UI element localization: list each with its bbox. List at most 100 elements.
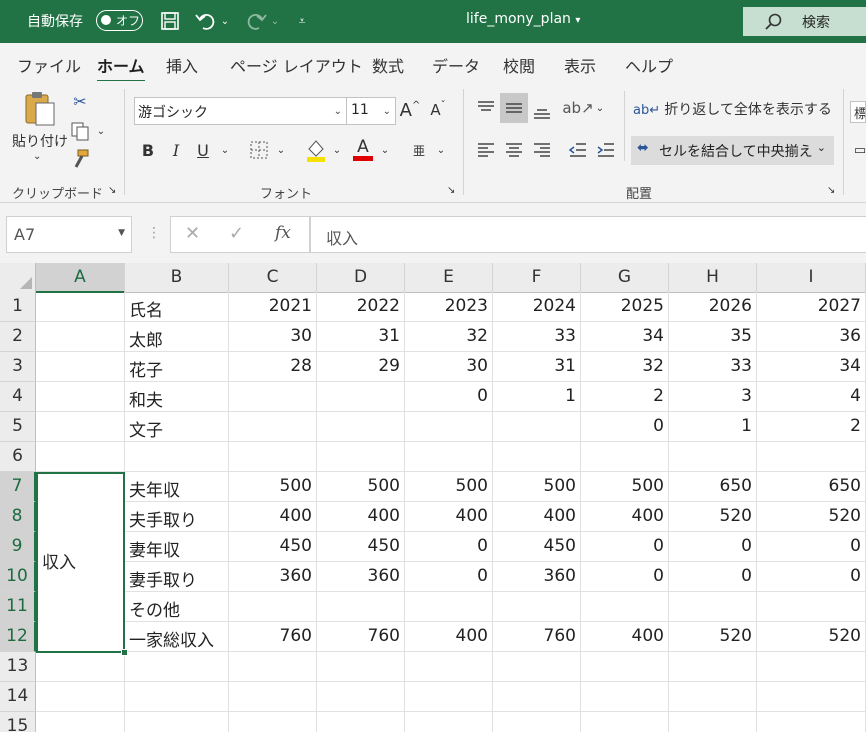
customize-toolbar-icon[interactable]: ⩡ (290, 8, 314, 34)
row-header-4[interactable]: 4 (0, 382, 36, 412)
cell-f3[interactable]: 31 (493, 352, 581, 382)
fill-color-icon[interactable] (304, 136, 328, 164)
cell-i4[interactable]: 4 (757, 382, 866, 412)
tab-formulas[interactable]: 数式 (372, 53, 404, 77)
cell-a5[interactable] (36, 412, 125, 442)
font-color-dropdown-icon[interactable]: ⌄ (378, 138, 392, 162)
cell-h8[interactable]: 520 (669, 502, 757, 532)
cell-f14[interactable] (493, 682, 581, 712)
cell-i15[interactable] (757, 712, 866, 732)
cell-f2[interactable]: 33 (493, 322, 581, 352)
orientation-icon[interactable]: ab↗ (562, 95, 593, 121)
cell-b5[interactable]: 文子 (125, 412, 229, 442)
column-header-a[interactable]: A (36, 263, 125, 293)
cell-b4[interactable]: 和夫 (125, 382, 229, 412)
insert-function-icon[interactable]: fx (275, 223, 291, 243)
row-header-6[interactable]: 6 (0, 442, 36, 472)
cell-g9[interactable]: 0 (581, 532, 669, 562)
cell-h12[interactable]: 520 (669, 622, 757, 652)
undo-dropdown-icon[interactable]: ⌄ (218, 8, 232, 34)
cell-e13[interactable] (405, 652, 493, 682)
font-name-box[interactable]: 游ゴシック ⌄ (134, 97, 347, 125)
cell-b8[interactable]: 夫手取り (125, 502, 229, 532)
phonetic-dropdown-icon[interactable]: ⌄ (434, 138, 448, 162)
tab-page-layout[interactable]: ページ レイアウト (230, 53, 363, 77)
save-icon[interactable] (158, 8, 182, 34)
cell-e10[interactable]: 0 (405, 562, 493, 592)
cell-g8[interactable]: 400 (581, 502, 669, 532)
decrease-indent-icon[interactable] (566, 137, 590, 163)
cell-g3[interactable]: 32 (581, 352, 669, 382)
row-header-1[interactable]: 1 (0, 292, 36, 322)
cell-c6[interactable] (229, 442, 317, 472)
cell-i7[interactable]: 650 (757, 472, 866, 502)
grow-font-icon[interactable]: A ^ (400, 97, 421, 123)
name-box[interactable]: A7 ▼ (6, 216, 132, 253)
cell-h4[interactable]: 3 (669, 382, 757, 412)
cell-f7[interactable]: 500 (493, 472, 581, 502)
cell-g1[interactable]: 2025 (581, 292, 669, 322)
cell-d8[interactable]: 400 (317, 502, 405, 532)
column-header-h[interactable]: H (669, 263, 757, 293)
cell-g14[interactable] (581, 682, 669, 712)
bold-button[interactable]: B (138, 138, 158, 162)
cancel-icon[interactable]: ✕ (185, 223, 200, 244)
cell-h3[interactable]: 33 (669, 352, 757, 382)
cell-g11[interactable] (581, 592, 669, 622)
cell-i13[interactable] (757, 652, 866, 682)
cell-c13[interactable] (229, 652, 317, 682)
cell-f13[interactable] (493, 652, 581, 682)
cell-b2[interactable]: 太郎 (125, 322, 229, 352)
alignment-launcher-icon[interactable]: ↘ (827, 185, 835, 196)
cell-f10[interactable]: 360 (493, 562, 581, 592)
cell-e15[interactable] (405, 712, 493, 732)
cell-c15[interactable] (229, 712, 317, 732)
cell-i11[interactable] (757, 592, 866, 622)
row-header-14[interactable]: 14 (0, 682, 36, 712)
cell-h14[interactable] (669, 682, 757, 712)
cell-e12[interactable]: 400 (405, 622, 493, 652)
cell-h11[interactable] (669, 592, 757, 622)
align-right-icon[interactable] (530, 137, 554, 163)
shrink-font-icon[interactable]: Aˇ (428, 97, 448, 123)
cell-e9[interactable]: 0 (405, 532, 493, 562)
cell-c12[interactable]: 760 (229, 622, 317, 652)
cell-a1[interactable] (36, 292, 125, 322)
redo-icon[interactable] (244, 8, 268, 34)
cell-i8[interactable]: 520 (757, 502, 866, 532)
cell-h10[interactable]: 0 (669, 562, 757, 592)
cell-b12[interactable]: 一家総収入 (125, 622, 229, 652)
cell-b10[interactable]: 妻手取り (125, 562, 229, 592)
align-top-icon[interactable] (474, 95, 498, 121)
cell-a2[interactable] (36, 322, 125, 352)
cell-g7[interactable]: 500 (581, 472, 669, 502)
cell-i1[interactable]: 2027 (757, 292, 866, 322)
wrap-text-button[interactable]: ab↵ 折り返して全体を表示する (633, 99, 832, 119)
cell-e1[interactable]: 2023 (405, 292, 493, 322)
fill-handle[interactable] (121, 649, 128, 656)
cell-h15[interactable] (669, 712, 757, 732)
column-header-e[interactable]: E (405, 263, 493, 293)
cell-b11[interactable]: その他 (125, 592, 229, 622)
cell-c14[interactable] (229, 682, 317, 712)
cell-f11[interactable] (493, 592, 581, 622)
cell-h13[interactable] (669, 652, 757, 682)
cell-d13[interactable] (317, 652, 405, 682)
column-header-f[interactable]: F (493, 263, 581, 293)
cell-i5[interactable]: 2 (757, 412, 866, 442)
paste-label[interactable]: 貼り付け (12, 131, 68, 151)
cell-h2[interactable]: 35 (669, 322, 757, 352)
row-header-12[interactable]: 12 (0, 622, 36, 652)
cell-d6[interactable] (317, 442, 405, 472)
cell-g12[interactable]: 400 (581, 622, 669, 652)
copy-icon[interactable] (68, 121, 92, 141)
phonetic-icon[interactable]: 亜 (408, 136, 430, 164)
tab-help[interactable]: ヘルプ (625, 53, 673, 77)
cell-g2[interactable]: 34 (581, 322, 669, 352)
fill-color-dropdown-icon[interactable]: ⌄ (330, 138, 344, 162)
column-header-i[interactable]: I (757, 263, 866, 293)
cell-e2[interactable]: 32 (405, 322, 493, 352)
cut-icon[interactable]: ✂ (70, 91, 90, 111)
cell-e6[interactable] (405, 442, 493, 472)
cell-f1[interactable]: 2024 (493, 292, 581, 322)
